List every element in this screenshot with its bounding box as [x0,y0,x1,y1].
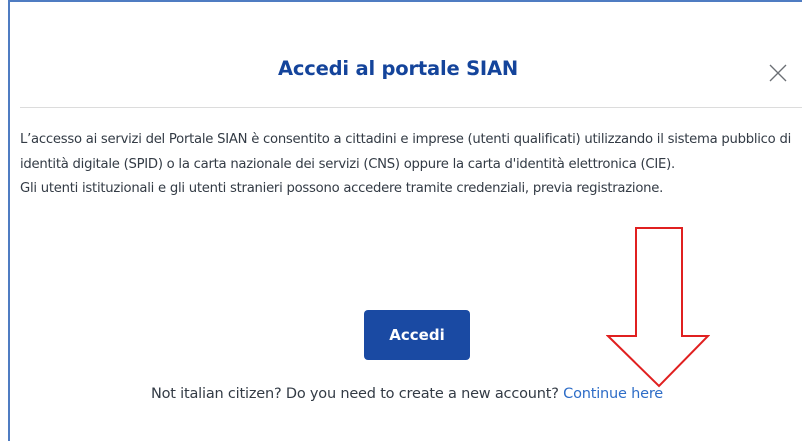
annotation-arrow-icon [606,227,710,388]
login-button[interactable]: Accedi [364,310,470,360]
modal-title: Accedi al portale SIAN [278,57,518,80]
foreign-citizen-prompt: Not italian citizen? Do you need to crea… [10,386,802,402]
login-modal: Accedi al portale SIAN L’accesso ai serv… [8,0,802,441]
access-description: L’accesso ai servizi del Portale SIAN è … [20,132,791,172]
institutional-users-note: Gli utenti istituzionali e gli utenti st… [20,181,664,197]
close-icon [769,64,787,82]
close-button[interactable] [767,62,789,84]
foreign-citizen-text: Not italian citizen? Do you need to crea… [150,386,564,402]
modal-body: L’accesso ai servizi del Portale SIAN è … [20,128,800,202]
continue-here-link[interactable]: Continue here [563,386,663,402]
header-divider [20,107,802,108]
